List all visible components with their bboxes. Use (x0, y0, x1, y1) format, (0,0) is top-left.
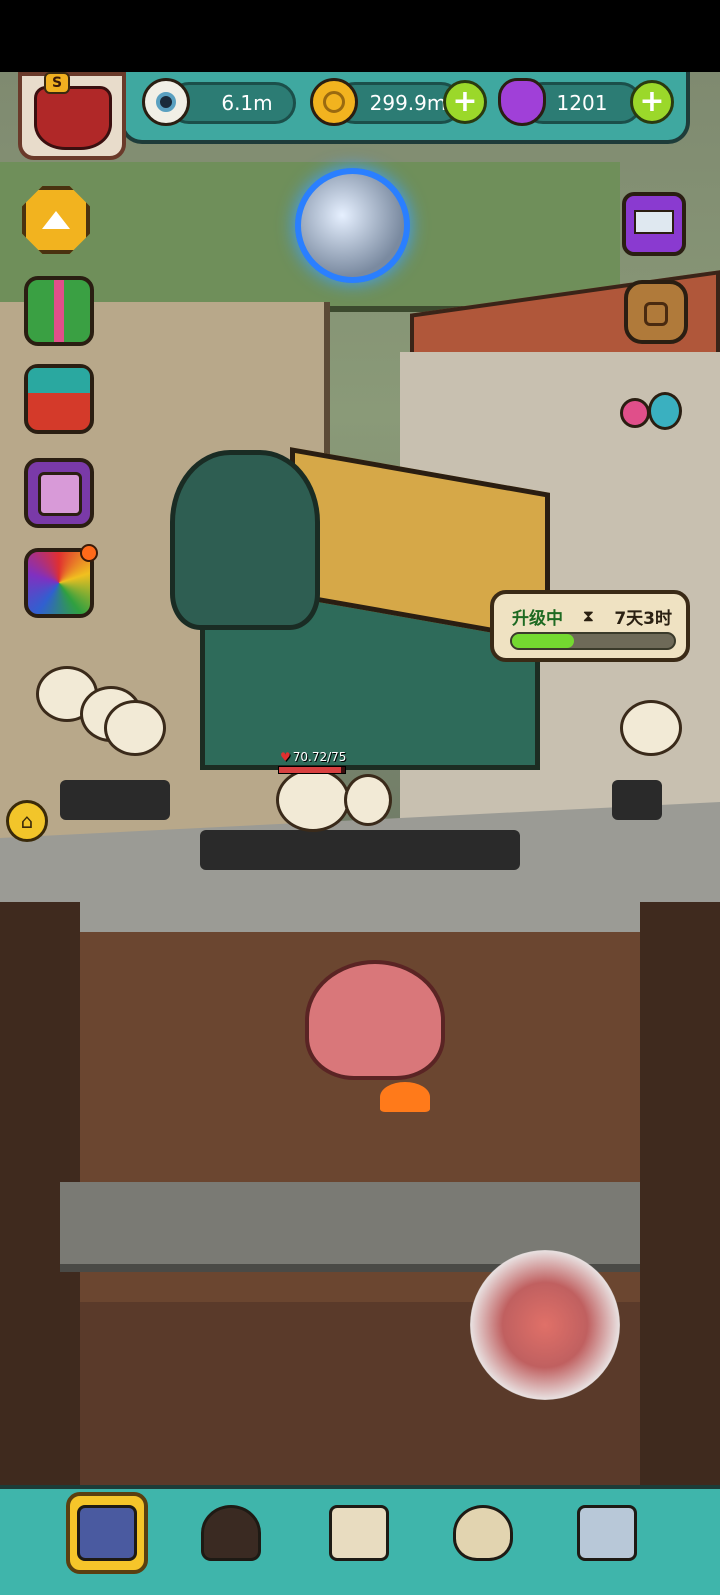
monster-eggs-icon (620, 398, 650, 428)
status-bar (0, 0, 720, 72)
gift-box-icon (28, 280, 90, 342)
backpack-button[interactable] (624, 280, 688, 344)
monster-eggs-button[interactable] (618, 372, 688, 436)
upgrade-progress-bar (510, 632, 676, 650)
dish-thought-bubble[interactable] (276, 768, 350, 832)
upgrade-status: 升级中 (512, 609, 563, 629)
hourglass-icon: ⧗ (582, 606, 594, 625)
dragon-head (170, 450, 320, 630)
tv-ad-icon (634, 210, 674, 234)
recipe-book-tab[interactable] (318, 1492, 400, 1574)
rainbow-gift-button[interactable] (24, 544, 98, 618)
present-button[interactable] (24, 364, 94, 434)
backpack-icon (644, 302, 668, 326)
customer-crowd-right (612, 780, 662, 820)
recipe-book-icon (329, 1505, 389, 1561)
monster-chef-tab[interactable] (190, 1492, 272, 1574)
octopus-chef[interactable] (305, 960, 445, 1080)
portal-orb[interactable] (295, 168, 410, 283)
rank-badge[interactable] (18, 72, 126, 160)
restaurant-hp-label: ♥ 70.72/75 (280, 750, 346, 764)
restaurant-hp-fill (279, 767, 342, 773)
coin-bag-icon (453, 1505, 513, 1561)
coin-bag-tab[interactable] (442, 1492, 524, 1574)
cards-icon (38, 472, 82, 516)
customer-crowd-center (200, 830, 520, 870)
tv-ad-button[interactable] (622, 192, 686, 256)
restaurant-hp-text: 70.72/75 (292, 750, 347, 764)
rank-letter: S (44, 72, 70, 94)
upgrade-bubble[interactable]: 升级中 ⧗ 7天3时 (490, 590, 690, 662)
building-icon (77, 1505, 137, 1561)
stove-fire (380, 1082, 430, 1112)
add-coins-button[interactable]: + (443, 80, 487, 124)
gift-box-button[interactable] (24, 276, 94, 346)
grid-menu-tab[interactable] (566, 1492, 648, 1574)
monster-chef-icon (201, 1505, 261, 1561)
potion-icon (498, 78, 546, 126)
potion-count: 1201 (556, 91, 608, 115)
home-button[interactable]: ⌂ (6, 800, 48, 842)
heart-icon: ♥ (280, 750, 291, 764)
monster-avatar (34, 86, 112, 150)
eyeball-icon (142, 78, 190, 126)
arrow-up-icon (42, 211, 70, 229)
rainbow-gift-icon (80, 544, 98, 562)
upgrade-time-remaining: 7天3时 (614, 609, 672, 629)
monster-egg-blue-icon (648, 392, 682, 430)
coin-count: 299.9m (369, 91, 447, 115)
cards-button[interactable] (24, 458, 94, 528)
add-potions-button[interactable]: + (630, 80, 674, 124)
present-icon (28, 368, 90, 393)
customer-thought-bubble[interactable] (620, 700, 682, 756)
customer-thought-bubble[interactable] (104, 700, 166, 756)
customer-crowd-left (60, 780, 170, 820)
building-tab[interactable] (66, 1492, 148, 1574)
upgrade-progress-fill (512, 634, 574, 648)
coin-icon (310, 78, 358, 126)
home-icon: ⌂ (20, 809, 34, 833)
eyeball-count: 6.1m (221, 91, 273, 115)
restaurant-hp-bar (278, 766, 346, 774)
red-vortex-portal[interactable] (470, 1250, 620, 1400)
customer-thought-bubble[interactable] (344, 774, 392, 826)
grid-menu-icon (577, 1505, 637, 1561)
